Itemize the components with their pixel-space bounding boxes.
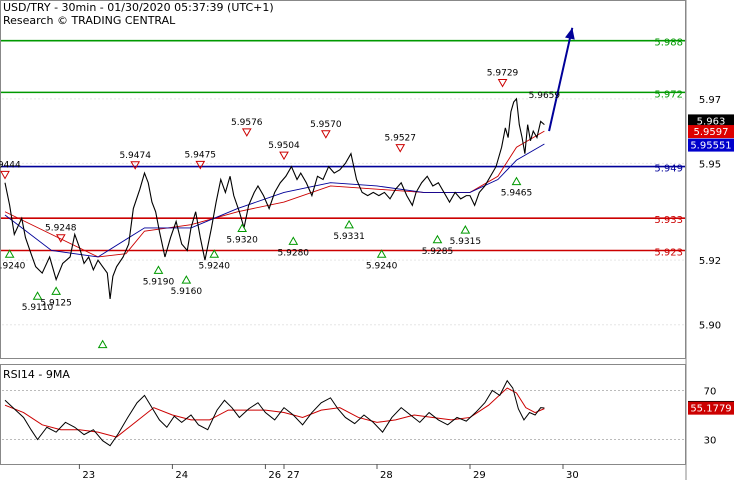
y-tick-label: 5.97: [699, 95, 721, 106]
x-tick-label: 30: [566, 470, 579, 480]
high-marker: [241, 128, 252, 137]
low-marker: [97, 339, 108, 349]
low-marker: [153, 265, 164, 274]
chart-source: Research © TRADING CENTRAL: [3, 14, 176, 27]
x-tick-label: 23: [82, 470, 95, 480]
high-label: 5.9570: [310, 120, 342, 130]
high-marker: [0, 170, 10, 180]
forecast-arrow-head: [565, 27, 575, 40]
level-label: 5.988: [654, 38, 683, 49]
low-marker: [181, 275, 192, 284]
high-marker: [320, 130, 331, 139]
y-tick-label: 5.95: [699, 159, 721, 170]
high-marker: [279, 151, 289, 161]
x-tick-label: 27: [287, 470, 300, 480]
low-label: 5.9465: [501, 189, 533, 199]
rsi-tick-label: 30: [704, 436, 717, 447]
high-label: 5.9729: [487, 68, 519, 78]
chart-title: USD/TRY - 30min - 01/30/2020 05:37:39 (U…: [3, 1, 274, 14]
high-marker: [130, 161, 141, 170]
level-label: 5.972: [654, 89, 683, 100]
rsi-tick-label: 70: [704, 387, 717, 398]
low-marker: [209, 249, 220, 258]
high-label: 5.9475: [185, 150, 217, 160]
price-tag-label: 5.9597: [694, 127, 729, 138]
low-marker: [4, 249, 15, 258]
price-line: [4, 97, 545, 299]
high-label: 5.9504: [268, 141, 300, 151]
level-label: 5.923: [654, 248, 683, 259]
price-tag-label: 5.95551: [690, 141, 731, 152]
level-label: 5.949: [654, 164, 683, 175]
low-label: 5.9160: [171, 287, 203, 297]
forecast-arrow-line: [548, 27, 574, 132]
high-label: 5.9474: [119, 151, 151, 161]
high-marker: [497, 78, 508, 88]
high-marker: [395, 144, 406, 153]
low-marker: [432, 234, 443, 244]
low-label: 5.9125: [40, 298, 72, 308]
chart-canvas: 5.988 5.972 5.949 5.933 5.923 5.9444 5.9248 5.…: [0, 0, 734, 480]
y-tick-label: 5.90: [699, 321, 721, 332]
rsi-tag-label: 55.1779: [690, 404, 731, 415]
x-tick-label: 28: [380, 470, 393, 480]
low-marker: [344, 219, 354, 229]
low-label: 5.9240: [199, 261, 231, 271]
x-tick-label: 24: [175, 470, 188, 480]
low-label: 5.9315: [450, 237, 482, 247]
y-tick-label: 5.92: [699, 256, 721, 267]
high-label: 5.9576: [231, 118, 263, 128]
low-label: 5.9331: [333, 232, 365, 242]
rsi-title: RSI14 - 9MA: [3, 368, 70, 381]
high-label: 5.9444: [0, 160, 21, 170]
x-tick-label: 26: [268, 470, 281, 480]
low-label: 5.9285: [422, 247, 454, 257]
level-label: 5.933: [654, 215, 683, 226]
price-panel-frame: [0, 0, 686, 359]
low-marker: [460, 225, 471, 234]
low-label: 5.9190: [143, 277, 175, 287]
low-label: 5.9240: [366, 261, 398, 271]
low-label: 5.9320: [226, 235, 258, 245]
low-marker: [288, 236, 299, 245]
rsi-ma-line: [4, 387, 545, 438]
low-marker: [51, 286, 62, 295]
high-label: 5.9527: [385, 134, 417, 144]
low-marker: [511, 176, 522, 186]
low-marker: [376, 249, 387, 258]
high-label: 5.9659: [529, 91, 561, 101]
low-label: 5.9240: [0, 261, 26, 271]
x-tick-label: 29: [473, 470, 486, 480]
low-label: 5.9280: [278, 248, 310, 258]
high-label: 5.9248: [45, 224, 77, 234]
